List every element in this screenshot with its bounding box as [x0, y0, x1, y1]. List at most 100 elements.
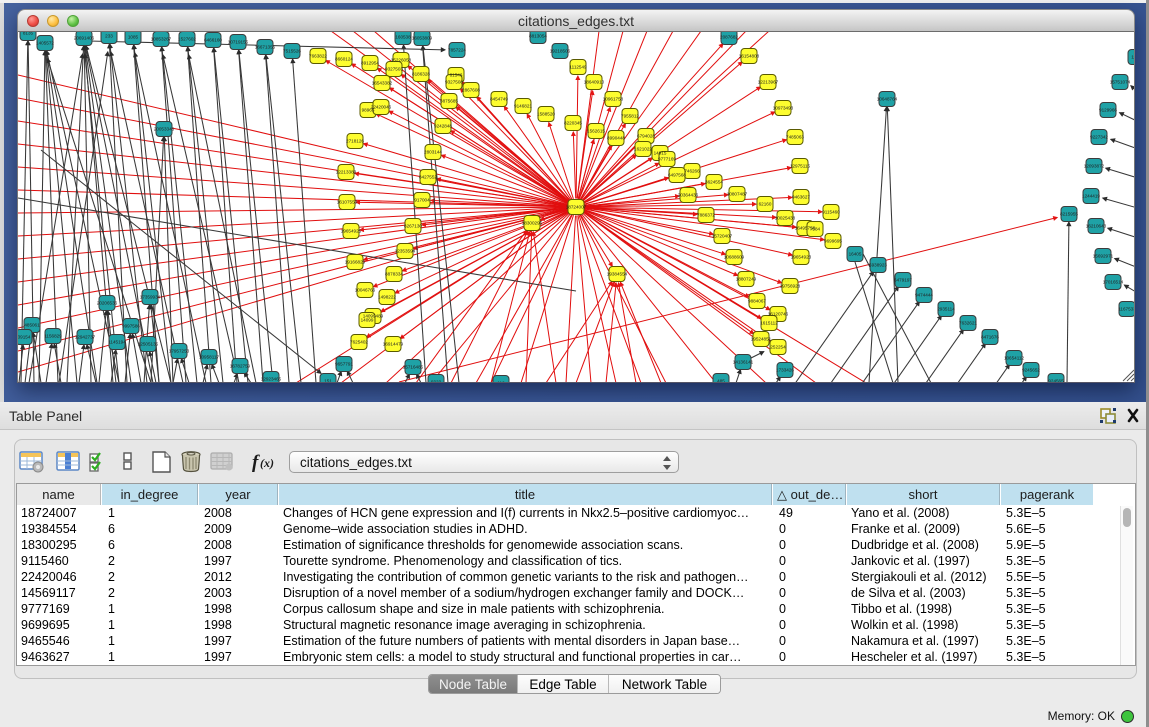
- svg-text:1562615: 1562615: [587, 129, 605, 134]
- svg-text:9777169: 9777169: [658, 157, 676, 162]
- svg-text:1156829: 1156829: [44, 334, 62, 339]
- svg-text:19654925: 19654925: [341, 229, 362, 234]
- svg-text:15716485: 15716485: [403, 365, 424, 370]
- svg-text:1405572: 1405572: [36, 41, 54, 46]
- svg-text:7663822: 7663822: [309, 54, 327, 59]
- svg-text:8660124: 8660124: [335, 57, 353, 62]
- svg-text:16053809: 16053809: [412, 36, 433, 41]
- svg-text:7857224: 7857224: [448, 48, 466, 53]
- svg-text:f: f: [252, 452, 260, 473]
- svg-text:5938923: 5938923: [869, 263, 887, 268]
- svg-text:10853267: 10853267: [151, 37, 172, 42]
- svg-text:485: 485: [717, 379, 725, 383]
- svg-text:12093872: 12093872: [1084, 164, 1105, 169]
- svg-text:6479197: 6479197: [894, 278, 912, 283]
- svg-text:22420046: 22420046: [371, 105, 392, 110]
- svg-text:2087682: 2087682: [720, 35, 738, 40]
- svg-text:16782759: 16782759: [230, 364, 251, 369]
- svg-text:233: 233: [105, 34, 113, 39]
- svg-text:2935114: 2935114: [937, 307, 955, 312]
- svg-text:9323: 9323: [431, 380, 442, 383]
- svg-text:8427552: 8427552: [419, 175, 437, 180]
- svg-text:10958117: 10958117: [199, 355, 220, 360]
- svg-text:3624554: 3624554: [705, 180, 723, 185]
- svg-text:1588520: 1588520: [537, 112, 555, 117]
- svg-text:17957253: 17957253: [169, 349, 190, 354]
- svg-text:9699695: 9699695: [824, 239, 842, 244]
- svg-text:14099: 14099: [361, 318, 374, 323]
- svg-text:8215955: 8215955: [1060, 212, 1078, 217]
- svg-text:9997586: 9997586: [122, 324, 140, 329]
- svg-text:16120746: 16120746: [768, 312, 789, 317]
- svg-text:16107553: 16107553: [337, 200, 358, 205]
- svg-text:8135: 8135: [23, 32, 34, 36]
- svg-text:917004: 917004: [414, 198, 430, 203]
- svg-text:20053346: 20053346: [154, 127, 175, 132]
- svg-text:9884067: 9884067: [748, 299, 766, 304]
- svg-text:1085: 1085: [128, 35, 139, 40]
- svg-text:1615112: 1615112: [760, 321, 778, 326]
- svg-text:16671355: 16671355: [255, 45, 276, 50]
- svg-text:15226058: 15226058: [391, 58, 412, 63]
- svg-text:10973493: 10973493: [773, 106, 794, 111]
- svg-text:252254: 252254: [770, 345, 786, 350]
- svg-text:2718126: 2718126: [346, 139, 364, 144]
- svg-text:7955812: 7955812: [621, 114, 639, 119]
- svg-text:16914479: 16914479: [383, 342, 404, 347]
- svg-text:(x): (x): [260, 456, 274, 470]
- svg-text:17016514: 17016514: [1103, 280, 1124, 285]
- svg-text:18640910: 18640910: [584, 80, 605, 85]
- svg-text:1733426: 1733426: [776, 368, 794, 373]
- svg-text:1498222: 1498222: [378, 295, 396, 300]
- svg-text:62160: 62160: [759, 202, 772, 207]
- svg-text:1112549: 1112549: [569, 65, 587, 70]
- svg-text:18807249: 18807249: [736, 277, 757, 282]
- svg-text:14915: 14915: [654, 151, 667, 156]
- svg-text:12923465: 12923465: [261, 377, 282, 382]
- svg-text:1145194: 1145194: [108, 340, 126, 345]
- svg-text:7584: 7584: [810, 227, 821, 232]
- svg-text:20364436: 20364436: [678, 193, 699, 198]
- svg-text:9327503: 9327503: [385, 67, 403, 72]
- svg-text:1621022: 1621022: [634, 147, 652, 152]
- svg-text:8220345: 8220345: [564, 121, 582, 126]
- svg-text:6466160: 6466160: [204, 38, 222, 43]
- svg-text:924565: 924565: [1048, 379, 1064, 383]
- svg-text:19654923: 19654923: [791, 255, 812, 260]
- svg-text:19166829: 19166829: [345, 260, 366, 265]
- svg-text:9474444: 9474444: [915, 293, 933, 298]
- svg-text:8813054: 8813054: [529, 34, 547, 39]
- svg-text:12975115: 12975115: [790, 164, 811, 169]
- svg-text:10025438: 10025438: [775, 216, 796, 221]
- svg-text:2803144: 2803144: [424, 150, 442, 155]
- svg-text:19524851: 19524851: [751, 337, 772, 342]
- svg-text:9463627: 9463627: [792, 195, 810, 200]
- svg-text:160538: 160538: [395, 35, 411, 40]
- svg-text:15720407: 15720407: [712, 234, 733, 239]
- svg-text:6794028: 6794028: [637, 134, 655, 139]
- svg-text:16405: 16405: [849, 252, 862, 257]
- svg-text:16543382: 16543382: [372, 81, 393, 86]
- svg-text:19218506: 19218506: [550, 49, 571, 54]
- svg-text:1167533: 1167533: [1118, 307, 1135, 312]
- svg-text:10719155: 10719155: [228, 40, 249, 45]
- svg-text:9115460: 9115460: [822, 210, 840, 215]
- svg-text:8186328: 8186328: [412, 72, 430, 77]
- svg-text:7632621: 7632621: [959, 321, 977, 326]
- svg-text:39154: 39154: [18, 335, 31, 340]
- svg-text:10046766: 10046766: [355, 288, 376, 293]
- svg-text:6497568: 6497568: [668, 173, 686, 178]
- svg-text:112: 112: [497, 381, 505, 383]
- svg-text:485061: 485061: [24, 323, 40, 328]
- svg-text:16210643: 16210643: [1086, 224, 1107, 229]
- svg-text:12353594: 12353594: [395, 249, 416, 254]
- svg-text:18300295: 18300295: [522, 221, 543, 226]
- svg-text:10654112: 10654112: [1004, 356, 1025, 361]
- svg-text:1244419: 1244419: [1082, 194, 1100, 199]
- svg-text:9327508: 9327508: [445, 80, 463, 85]
- svg-text:12213383: 12213383: [336, 170, 357, 175]
- svg-text:10648764: 10648764: [877, 97, 898, 102]
- svg-text:12505135: 12505135: [138, 342, 159, 347]
- svg-text:1527602: 1527602: [178, 37, 196, 42]
- svg-text:12942737: 12942737: [75, 335, 96, 340]
